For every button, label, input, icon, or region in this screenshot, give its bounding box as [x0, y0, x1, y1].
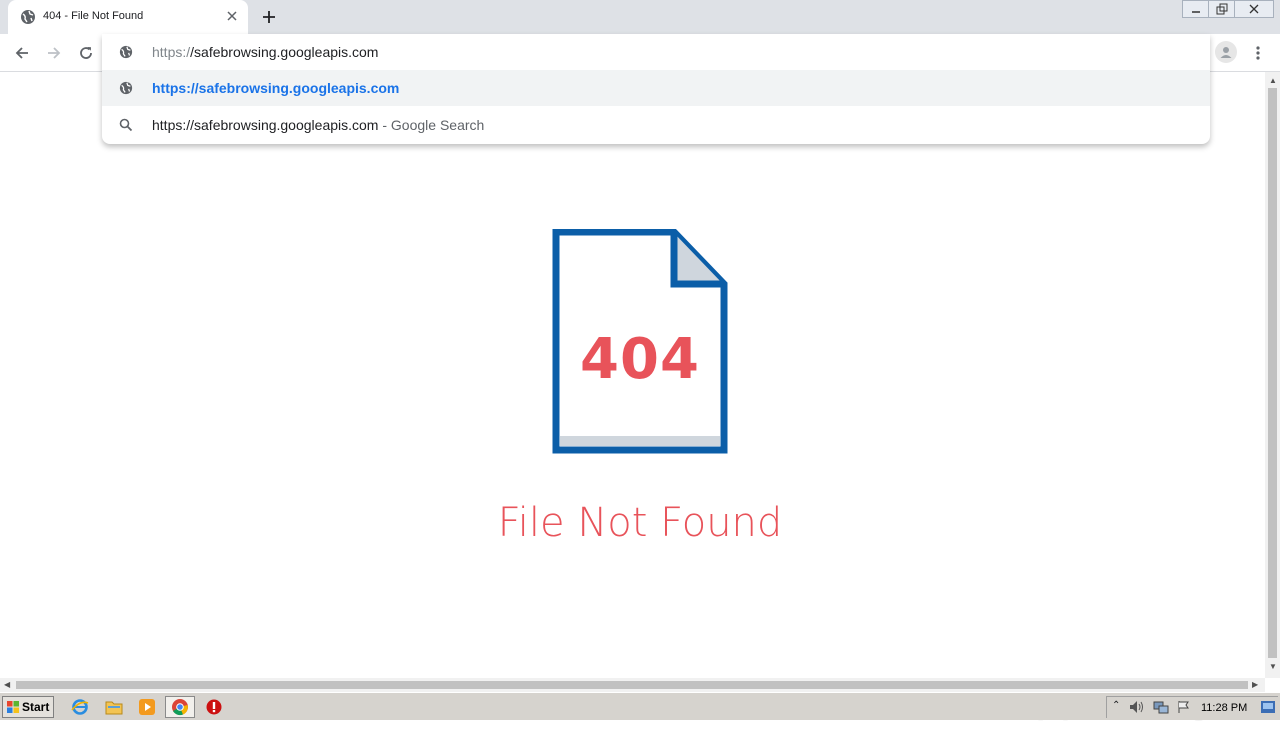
- vertical-scrollbar[interactable]: ▲ ▼: [1265, 72, 1280, 678]
- scroll-right-arrow-icon[interactable]: ▶: [1252, 680, 1258, 689]
- more-menu-button[interactable]: [1250, 41, 1266, 65]
- show-hidden-icons-icon[interactable]: ⌃: [1112, 700, 1120, 711]
- page-content: 404 File Not Found ANY RUN: [0, 72, 1265, 731]
- omnibox-dropdown: https://safebrowsing.googleapis.com http…: [102, 34, 1210, 144]
- suggestion-url-text: https://safebrowsing.googleapis.com: [152, 80, 400, 96]
- tab-title: 404 - File Not Found: [43, 10, 144, 22]
- action-center-flag-icon[interactable]: [1177, 700, 1191, 714]
- new-tab-button[interactable]: [258, 6, 280, 28]
- globe-icon: [118, 80, 134, 96]
- address-text: https://safebrowsing.googleapis.com: [152, 44, 378, 60]
- horizontal-scroll-thumb[interactable]: [16, 681, 1248, 689]
- search-icon: [118, 117, 134, 133]
- suggestion-search-engine: - Google Search: [378, 117, 485, 133]
- forward-arrow-icon: [48, 47, 61, 59]
- vertical-scroll-thumb[interactable]: [1268, 88, 1277, 658]
- person-icon: [1220, 47, 1232, 58]
- omnibox-suggestion-search[interactable]: https://safebrowsing.googleapis.com - Go…: [102, 107, 1210, 143]
- chrome-icon[interactable]: [165, 696, 195, 718]
- kebab-menu-icon: [1256, 46, 1260, 60]
- start-button[interactable]: Start: [2, 696, 54, 718]
- tab-strip: 404 - File Not Found: [0, 0, 1280, 34]
- volume-icon[interactable]: [1129, 700, 1145, 714]
- scroll-down-arrow-icon[interactable]: ▼: [1269, 662, 1277, 671]
- show-desktop-icon[interactable]: [1261, 701, 1275, 713]
- explorer-icon[interactable]: [102, 696, 126, 718]
- reload-button[interactable]: [73, 40, 99, 66]
- system-tray: ⌃ 11:28 PM: [1106, 696, 1278, 718]
- omnibox-suggestion-url[interactable]: https://safebrowsing.googleapis.com: [102, 70, 1210, 106]
- address-bar-input[interactable]: https://safebrowsing.googleapis.com: [102, 34, 1210, 70]
- network-icon[interactable]: [1153, 700, 1169, 714]
- start-label: Start: [22, 700, 50, 714]
- close-tab-icon[interactable]: [224, 8, 240, 24]
- back-arrow-icon: [15, 47, 28, 59]
- horizontal-scrollbar[interactable]: ◀ ▶: [0, 678, 1265, 692]
- forward-button[interactable]: [41, 40, 67, 66]
- suggestion-search-text: https://safebrowsing.googleapis.com - Go…: [152, 117, 484, 133]
- error-code: 404: [580, 327, 700, 392]
- restore-button[interactable]: [1208, 0, 1236, 18]
- close-window-button[interactable]: [1234, 0, 1274, 18]
- reload-icon: [80, 47, 92, 59]
- ie-icon[interactable]: [68, 696, 92, 718]
- media-player-icon[interactable]: [135, 696, 159, 718]
- error-message: File Not Found: [497, 500, 783, 546]
- antivirus-icon[interactable]: [202, 696, 226, 718]
- browser-tab[interactable]: 404 - File Not Found: [8, 0, 248, 34]
- profile-avatar[interactable]: [1215, 41, 1237, 63]
- globe-icon: [20, 9, 36, 25]
- clock[interactable]: 11:28 PM: [1201, 702, 1247, 714]
- minimize-button[interactable]: [1182, 0, 1210, 18]
- suggestion-search-query: https://safebrowsing.googleapis.com: [152, 117, 379, 133]
- scroll-left-arrow-icon[interactable]: ◀: [4, 680, 10, 689]
- windows-logo-icon: [7, 701, 19, 713]
- globe-icon: [118, 44, 134, 60]
- back-button[interactable]: [9, 40, 35, 66]
- windows-taskbar: Start ⌃ 11:28 PM: [0, 692, 1280, 720]
- scroll-up-arrow-icon[interactable]: ▲: [1269, 76, 1277, 85]
- address-host: /safebrowsing.googleapis.com: [190, 44, 379, 60]
- address-scheme: https:/: [152, 44, 191, 60]
